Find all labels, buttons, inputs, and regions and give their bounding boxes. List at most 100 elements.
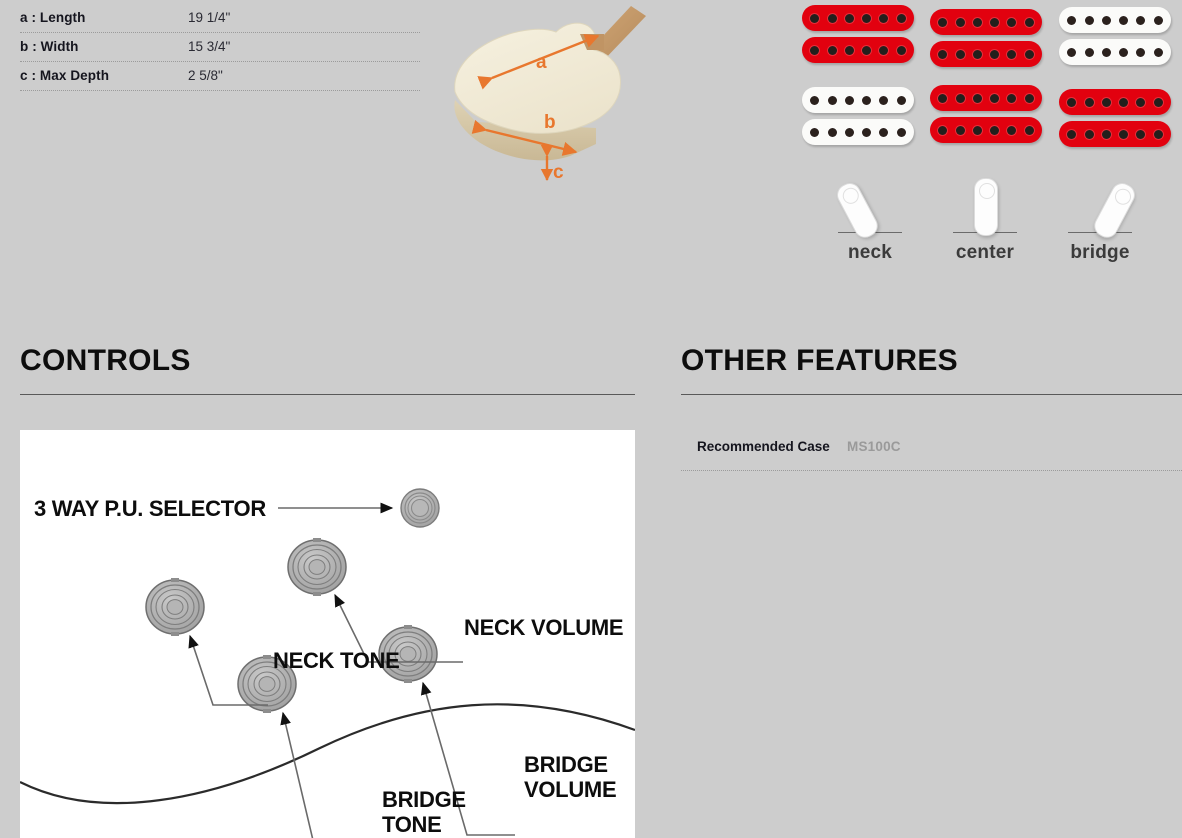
table-row: Recommended Case MS100C <box>681 424 1182 471</box>
pole-piece <box>827 13 837 23</box>
pole-piece <box>938 93 948 103</box>
pole-piece <box>810 45 820 55</box>
pickup-coil-bottom <box>1059 121 1171 147</box>
pole-piece <box>1007 17 1017 27</box>
feature-label: Recommended Case <box>697 439 830 454</box>
pickup-4 <box>802 87 914 149</box>
controls-section-header: CONTROLS <box>20 344 635 395</box>
pole-piece <box>1067 129 1077 139</box>
pole-piece <box>1101 15 1111 25</box>
pickup-coil-top <box>930 9 1042 35</box>
other-features-section-header: OTHER FEATURES <box>681 344 1182 395</box>
switch-lever-icon <box>925 168 1045 240</box>
pole-piece <box>1136 15 1146 25</box>
pole-piece <box>1119 97 1129 107</box>
pickup-options-grid <box>800 5 1182 150</box>
pole-piece <box>938 17 948 27</box>
feature-value[interactable]: MS100C <box>847 433 901 460</box>
pole-piece <box>972 125 982 135</box>
pole-piece <box>1153 97 1163 107</box>
pole-piece <box>990 49 1000 59</box>
pole-piece <box>844 13 854 23</box>
pole-piece <box>972 17 982 27</box>
pole-piece <box>896 45 906 55</box>
pole-piece <box>1153 47 1163 57</box>
callout-bridge-volume-line1: BRIDGE <box>524 752 608 777</box>
pole-piece <box>827 45 837 55</box>
neck-volume-knob[interactable] <box>287 538 347 596</box>
pole-piece <box>879 13 889 23</box>
switch-position-neck: neck <box>810 168 930 278</box>
pole-piece <box>862 45 872 55</box>
pole-piece <box>955 93 965 103</box>
pickup-coil-bottom <box>802 37 914 63</box>
pole-piece <box>844 127 854 137</box>
dimension-label-b: b <box>544 112 556 133</box>
pickup-coil-bottom <box>930 41 1042 67</box>
controls-diagram: 3 WAY P.U. SELECTOR NECK VOLUME NECK TON… <box>20 430 635 838</box>
other-features-table: Recommended Case MS100C <box>681 424 1182 471</box>
dimension-label-c: c <box>553 162 564 183</box>
pole-piece <box>938 125 948 135</box>
pickup-5 <box>930 85 1042 147</box>
three-way-selector-knob[interactable] <box>400 488 440 528</box>
pole-piece <box>862 13 872 23</box>
pole-piece <box>1101 97 1111 107</box>
spec-label: a : Length <box>20 10 86 25</box>
pole-piece <box>896 127 906 137</box>
page-title: OTHER FEATURES <box>681 344 958 377</box>
switch-lever <box>974 178 998 236</box>
section-divider <box>681 394 1182 395</box>
dimension-label-a: a <box>536 52 547 73</box>
pickup-2 <box>930 9 1042 71</box>
pole-piece <box>1007 49 1017 59</box>
pole-piece <box>1084 97 1094 107</box>
pole-piece <box>827 95 837 105</box>
body-dimensions-table: a : Length 19 1/4" b : Width 15 3/4" c :… <box>20 4 420 91</box>
pole-piece <box>955 49 965 59</box>
section-divider <box>20 394 635 395</box>
pole-piece <box>844 45 854 55</box>
pickup-coil-top <box>802 87 914 113</box>
switch-label: bridge <box>1070 242 1130 263</box>
pole-piece <box>879 45 889 55</box>
pole-piece <box>1101 129 1111 139</box>
table-row: c : Max Depth 2 5/8" <box>20 62 420 91</box>
guitar-body-dimensions-illustration: a b c <box>446 0 646 196</box>
switch-lever-icon <box>810 168 930 242</box>
pole-piece <box>896 13 906 23</box>
pole-piece <box>827 127 837 137</box>
switch-label: neck <box>847 242 893 263</box>
pole-piece <box>1024 93 1034 103</box>
pole-piece <box>879 95 889 105</box>
pole-piece <box>896 95 906 105</box>
pole-piece <box>938 49 948 59</box>
pole-piece <box>1024 49 1034 59</box>
table-row: b : Width 15 3/4" <box>20 33 420 62</box>
pickup-selector-positions: neck center bridge <box>800 168 1182 278</box>
pole-piece <box>1007 125 1017 135</box>
spec-value: 15 3/4" <box>188 39 231 54</box>
pickup-coil-bottom <box>930 117 1042 143</box>
neck-tone-knob[interactable] <box>145 578 205 636</box>
pole-piece <box>1067 15 1077 25</box>
table-row: a : Length 19 1/4" <box>20 4 420 33</box>
page-title: CONTROLS <box>20 344 191 377</box>
pole-piece <box>1119 15 1129 25</box>
switch-position-center: center <box>925 168 1045 278</box>
pole-piece <box>972 93 982 103</box>
pole-piece <box>1084 47 1094 57</box>
callout-neck-volume: NECK VOLUME <box>464 615 623 640</box>
pole-piece <box>1024 125 1034 135</box>
switch-lever-tip <box>979 183 995 199</box>
pole-piece <box>1119 47 1129 57</box>
pole-piece <box>810 95 820 105</box>
switch-label: center <box>955 242 1015 263</box>
pole-piece <box>1067 97 1077 107</box>
pole-piece <box>844 95 854 105</box>
pole-piece <box>1101 47 1111 57</box>
pickup-coil-top <box>1059 7 1171 33</box>
pole-piece <box>955 17 965 27</box>
pole-piece <box>1153 129 1163 139</box>
pole-piece <box>1024 17 1034 27</box>
